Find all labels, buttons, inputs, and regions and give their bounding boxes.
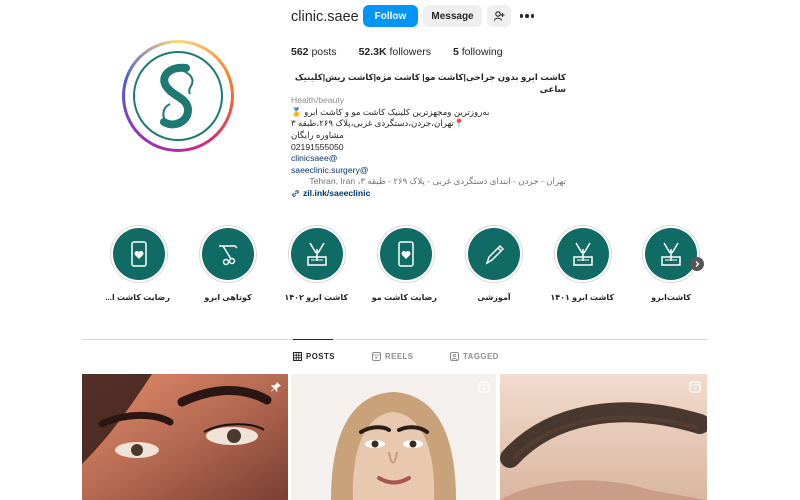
pencil-icon (485, 244, 505, 265)
tab-label: REELS (385, 352, 414, 361)
tab-reels[interactable]: REELS (372, 352, 414, 361)
implant-icon (573, 242, 593, 266)
pinned-icon (270, 380, 282, 398)
implant-icon (307, 242, 327, 266)
tabs-divider (82, 339, 708, 340)
bio-website-link[interactable]: zil.ink/saeeclinic (291, 188, 566, 200)
highlight-item[interactable]: رضایت کاشت ا... (105, 225, 170, 302)
reel-icon (689, 380, 701, 398)
message-button[interactable]: Message (423, 5, 482, 27)
tagged-icon (450, 352, 459, 361)
post-thumbnail[interactable] (500, 374, 707, 500)
active-tab-indicator (293, 339, 333, 340)
highlight-item[interactable]: کوتاهی ابرو (197, 225, 259, 302)
bio-line: مشاوره رایگان (291, 129, 344, 140)
highlight-label: رضایت کاشت مو (371, 293, 437, 302)
eyebrow-closeup-image (500, 374, 707, 500)
highlight-item[interactable]: آموزشی (463, 225, 525, 302)
phone-heart-icon (398, 241, 414, 267)
chevron-right-icon (695, 261, 700, 267)
woman-portrait-image (291, 374, 496, 500)
followers-stat[interactable]: 52.3K followers (359, 46, 431, 58)
tab-label: POSTS (306, 352, 335, 361)
highlight-label: کاشت ابرو ۱۴۰۱ (550, 293, 614, 302)
posts-stat[interactable]: 562 posts (291, 46, 337, 58)
reels-icon (372, 352, 381, 361)
post-thumbnail[interactable] (82, 374, 288, 500)
highlight-label: کوتاهی ابرو (204, 293, 252, 302)
grid-icon (293, 352, 302, 361)
highlight-label: رضایت کاشت ا... (105, 293, 170, 302)
profile-bio: کاشت ابرو بدون جراحی|کاشت مو| کاشت مژه|ک… (291, 72, 566, 200)
profile-username: clinic.saee (291, 9, 359, 25)
implant-icon (661, 242, 681, 266)
clinic-logo-icon (133, 51, 223, 141)
highlight-label: کاشت ابرو ۱۴۰۲ (284, 293, 348, 302)
more-options-button[interactable] (516, 9, 538, 23)
highlight-label: کاشت‌ابرو (651, 293, 691, 302)
bio-category: Health/beauty (291, 95, 345, 106)
highlight-item[interactable]: کاشت ابرو ۱۴۰۲ (284, 225, 348, 302)
bio-line: 📍تهران،جردن،دستگردی غربی،پلاک ۲۶۹،طبقه ۳ (291, 118, 465, 129)
reel-icon (478, 380, 490, 398)
profile-avatar[interactable] (122, 40, 234, 152)
bio-handle-link[interactable]: @clinicsaee (291, 153, 566, 165)
bio-handle-link[interactable]: @saeeclinic.surgery (291, 165, 566, 177)
trimmer-icon (219, 245, 238, 266)
tab-posts[interactable]: POSTS (293, 352, 335, 361)
bio-title: کاشت ابرو بدون جراحی|کاشت مو| کاشت مژه|ک… (294, 72, 566, 94)
phone-heart-icon (131, 241, 147, 267)
following-stat[interactable]: 5 following (453, 46, 503, 58)
highlights-next-button[interactable] (690, 257, 704, 271)
link-icon (292, 190, 299, 197)
add-user-icon (493, 11, 505, 21)
highlight-label: آموزشی (477, 293, 511, 302)
follow-button[interactable]: Follow (363, 5, 418, 27)
highlight-item[interactable]: کاشت ابرو ۱۴۰۱ (550, 225, 614, 302)
post-thumbnail[interactable] (291, 374, 496, 500)
bio-address[interactable]: تهران - جردن - ابتدای دستگردی غربی - پلا… (291, 176, 566, 188)
tab-tagged[interactable]: TAGGED (450, 352, 499, 361)
website-url: zil.ink/saeeclinic (303, 187, 371, 198)
tab-label: TAGGED (463, 352, 499, 361)
bio-line: به‌روزترین ومجهزترین کلینیک کاشت مو و کا… (291, 106, 490, 117)
more-dots-icon (519, 14, 524, 18)
eyebrow-photo-image (82, 374, 288, 500)
profile-stats: 562 posts 52.3K followers 5 following (291, 46, 525, 58)
bio-phone: 02191555050 (291, 141, 344, 152)
highlight-item[interactable]: رضایت کاشت مو (371, 225, 437, 302)
suggest-user-button[interactable] (487, 5, 511, 27)
